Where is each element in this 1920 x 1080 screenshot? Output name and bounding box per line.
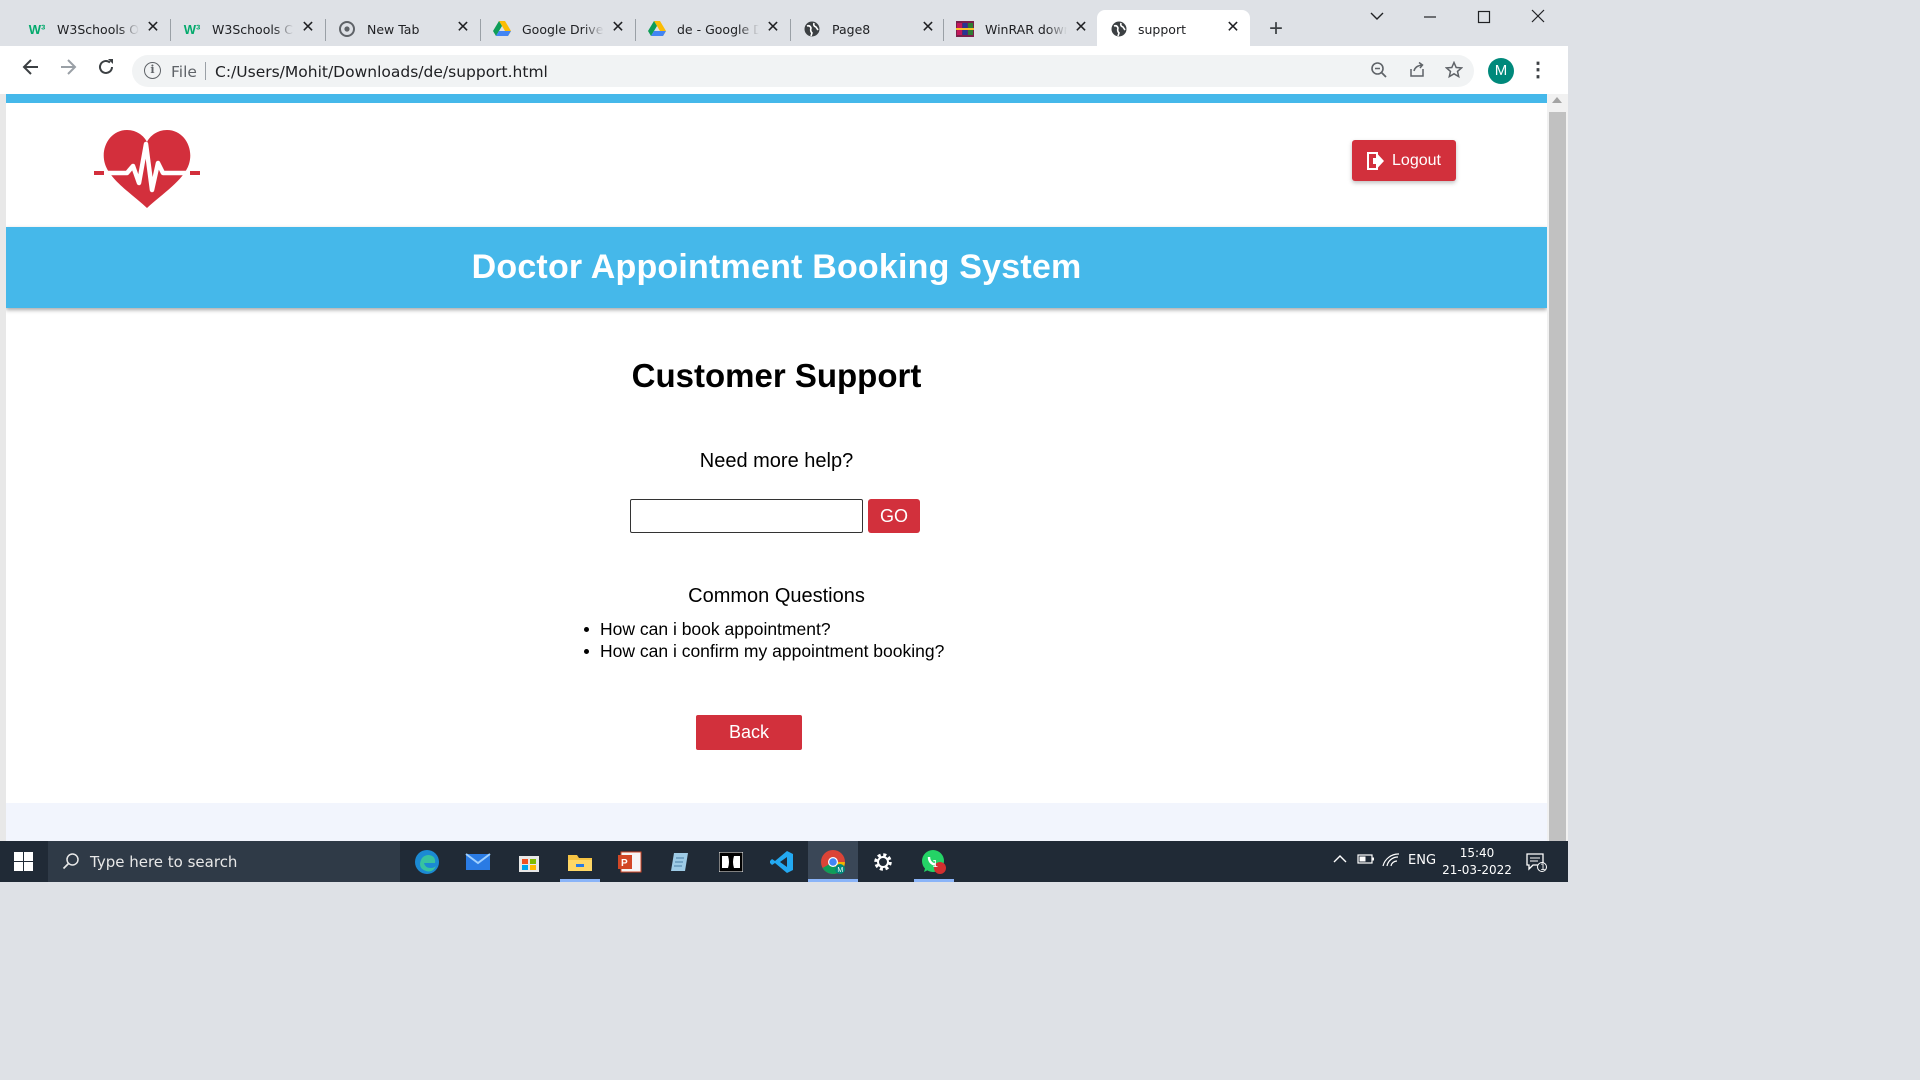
taskbar-search-box[interactable]: Type here to search: [48, 841, 400, 882]
share-icon[interactable]: [1407, 61, 1427, 81]
site-info-icon[interactable]: i: [144, 62, 161, 79]
whatsapp-badge: 1: [932, 859, 939, 870]
dolby-icon[interactable]: [716, 847, 746, 877]
svg-text:P: P: [621, 858, 628, 869]
forward-arrow-icon[interactable]: [56, 58, 80, 82]
faq-item: How can i book appointment?: [583, 618, 944, 640]
globe-icon: [803, 21, 821, 37]
svg-text:M: M: [837, 867, 843, 874]
tab-title: WinRAR down: [985, 22, 1067, 37]
vscode-icon[interactable]: [767, 847, 797, 877]
battery-icon[interactable]: [1357, 853, 1375, 869]
scheme-label: File: [171, 63, 197, 81]
tray-overflow-chevron-icon[interactable]: [1333, 853, 1347, 868]
w3schools-icon: W³: [183, 21, 201, 37]
faq-item: How can i confirm my appointment booking…: [583, 641, 945, 661]
zoom-icon[interactable]: [1369, 61, 1389, 81]
browser-toolbar: i File C:/Users/Mohit/Downloads/de/suppo…: [0, 46, 1568, 94]
page-viewport: Logout Doctor Appointment Booking System…: [6, 94, 1547, 841]
google-drive-icon: [648, 21, 666, 37]
globe-icon: [1110, 21, 1128, 37]
language-indicator[interactable]: ENG: [1408, 853, 1436, 868]
top-accent-bar: [6, 94, 1547, 103]
tab-google-drive[interactable]: Google Drive ✕: [465, 10, 635, 46]
go-button[interactable]: GO: [868, 499, 920, 533]
clock-time: 15:40: [1459, 846, 1495, 860]
active-app-indicator: [808, 879, 858, 882]
settings-gear-icon[interactable]: [868, 847, 898, 877]
windows-taskbar: Type here to search P M 1 ENG 15:40 21-0…: [0, 841, 1568, 882]
edge-icon[interactable]: [412, 847, 442, 877]
active-app-indicator: [560, 879, 600, 882]
notepad-icon[interactable]: [665, 847, 695, 877]
close-icon[interactable]: ✕: [1072, 19, 1090, 37]
site-header: Logout: [6, 103, 1547, 227]
tab-google-drive-de[interactable]: de - Google D ✕: [620, 10, 790, 46]
tab-page8[interactable]: Page8 ✕: [775, 10, 945, 46]
google-drive-icon: [493, 21, 511, 37]
tab-winrar[interactable]: WinRAR down ✕: [928, 10, 1098, 46]
browser-tab-strip: W³ W3Schools Or ✕ W³ W3Schools Co ✕ New …: [0, 0, 1568, 46]
help-prompt: Need more help?: [699, 450, 854, 472]
back-arrow-icon[interactable]: [19, 58, 43, 82]
vertical-scrollbar[interactable]: [1547, 94, 1568, 841]
window-close-button[interactable]: [1526, 8, 1550, 28]
minimize-button[interactable]: [1418, 8, 1442, 28]
logout-label: Logout: [1392, 151, 1441, 169]
tab-w3schools-2[interactable]: W³ W3Schools Co ✕: [155, 10, 325, 46]
w3schools-icon: W³: [28, 21, 46, 37]
page-title: Customer Support: [631, 357, 922, 394]
chrome-icon: [338, 21, 356, 37]
close-icon[interactable]: ✕: [1224, 19, 1242, 37]
tab-search-chevron-icon[interactable]: [1365, 8, 1389, 28]
search-icon: [62, 853, 79, 870]
logout-icon: [1367, 151, 1385, 170]
clock-date: 21-03-2022: [1442, 863, 1512, 877]
address-bar[interactable]: i File C:/Users/Mohit/Downloads/de/suppo…: [132, 55, 1474, 87]
heartbeat-logo-icon: [94, 130, 200, 208]
tab-title: Page8: [832, 22, 871, 37]
microsoft-store-icon[interactable]: [514, 847, 544, 877]
back-button[interactable]: Back: [696, 715, 802, 750]
windows-start-icon[interactable]: [14, 852, 34, 872]
site-title: Doctor Appointment Booking System: [471, 248, 1082, 286]
profile-avatar[interactable]: M: [1488, 58, 1514, 84]
taskbar-search-placeholder: Type here to search: [90, 853, 238, 871]
url-text[interactable]: C:/Users/Mohit/Downloads/de/support.html: [215, 63, 548, 81]
tab-title: New Tab: [367, 22, 420, 37]
tab-title: support: [1138, 22, 1186, 37]
tab-title: W3Schools Co: [212, 22, 294, 37]
maximize-button[interactable]: [1472, 8, 1496, 28]
tab-new-tab[interactable]: New Tab ✕: [310, 10, 480, 46]
faq-heading: Common Questions: [688, 585, 865, 607]
address-divider: [205, 62, 206, 80]
reload-icon[interactable]: [94, 58, 118, 82]
active-app-indicator: [914, 879, 954, 882]
clock[interactable]: 15:40 21-03-2022: [1440, 845, 1514, 879]
page-footer: [6, 803, 1547, 841]
scroll-up-arrow-icon[interactable]: [1552, 97, 1562, 103]
bookmark-star-icon[interactable]: [1444, 60, 1464, 81]
tab-w3schools-1[interactable]: W³ W3Schools Or ✕: [0, 10, 170, 46]
faq-list: How can i book appointment? How can i co…: [583, 618, 945, 662]
mail-icon[interactable]: [463, 847, 493, 877]
chrome-icon[interactable]: M: [818, 847, 848, 877]
tab-title: Google Drive: [522, 22, 604, 37]
notification-badge: 1: [1540, 863, 1546, 873]
tab-title: W3Schools Or: [57, 22, 139, 37]
powerpoint-icon[interactable]: P: [615, 847, 645, 877]
wifi-icon[interactable]: [1382, 853, 1400, 871]
logout-button[interactable]: Logout: [1352, 140, 1456, 181]
scrollbar-thumb[interactable]: [1549, 112, 1566, 841]
new-tab-button[interactable]: +: [1264, 17, 1288, 41]
tab-title: de - Google D: [677, 22, 759, 37]
file-explorer-icon[interactable]: [565, 847, 595, 877]
winrar-icon: [956, 21, 974, 37]
title-banner: Doctor Appointment Booking System: [6, 227, 1547, 308]
help-search-input[interactable]: [630, 499, 863, 533]
tab-support[interactable]: support ✕: [1097, 10, 1250, 46]
more-menu-icon[interactable]: ⋮: [1528, 58, 1548, 84]
